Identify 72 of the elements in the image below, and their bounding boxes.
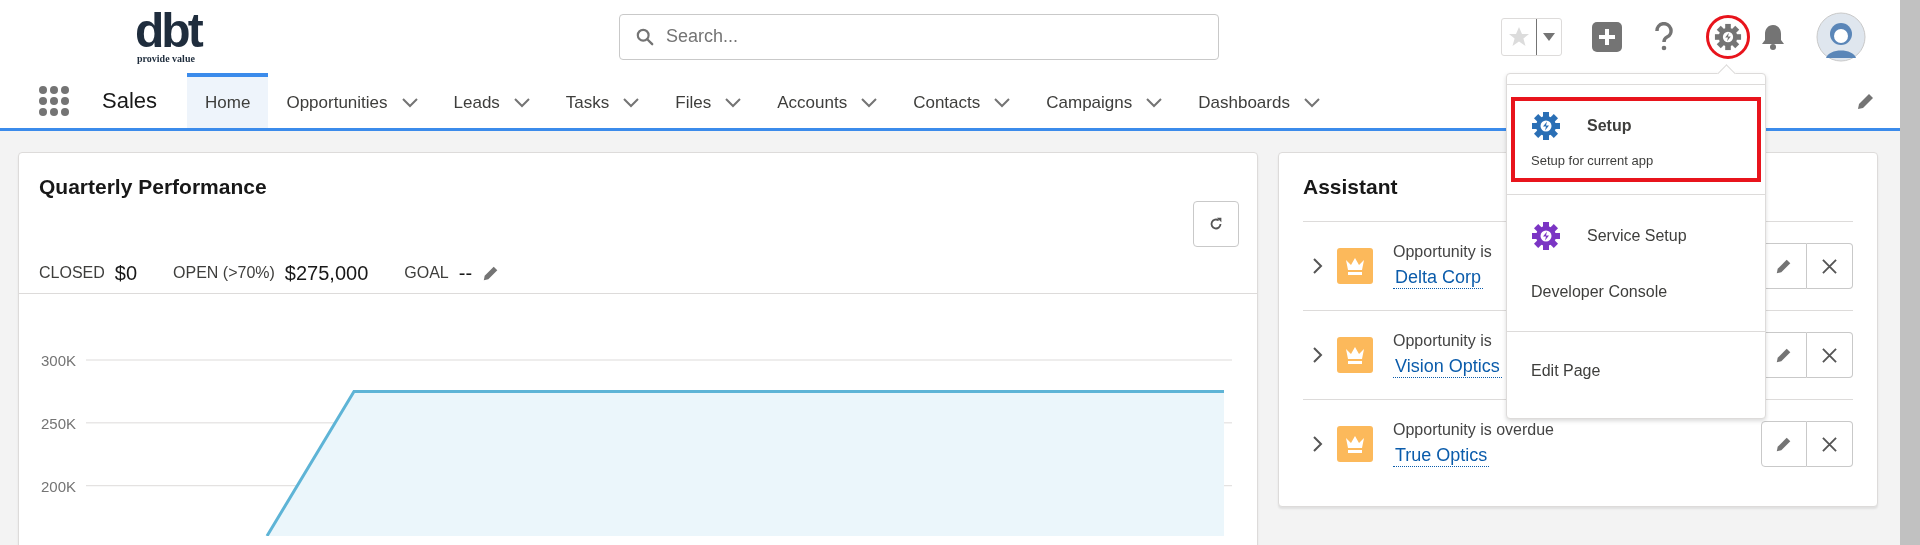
pencil-icon xyxy=(1775,346,1793,364)
chevron-down-icon xyxy=(1146,97,1163,108)
chevron-down-icon xyxy=(1303,97,1320,108)
axis-label: 250K xyxy=(40,414,76,432)
menu-item[interactable]: Setup Setup for current app xyxy=(1511,97,1761,182)
menu-item[interactable]: Edit Page xyxy=(1511,344,1761,398)
nav-tab[interactable]: Home xyxy=(187,73,269,128)
nav-tab[interactable]: Accounts xyxy=(759,73,896,128)
settings-button[interactable] xyxy=(1706,14,1750,59)
dismiss-button[interactable] xyxy=(1807,243,1853,289)
nav-tab[interactable]: Files xyxy=(657,73,760,128)
card-title: Quarterly Performance xyxy=(39,175,267,200)
chevron-down-icon xyxy=(725,97,742,108)
chevron-right-icon[interactable] xyxy=(1313,258,1323,274)
metric-label: OPEN (>70%) xyxy=(173,264,275,282)
settings-icon xyxy=(1714,22,1742,51)
edit-button[interactable] xyxy=(1761,421,1807,467)
record-link[interactable]: Vision Optics xyxy=(1393,356,1502,378)
crown-icon xyxy=(1337,248,1373,284)
pencil-icon xyxy=(1775,257,1793,275)
close-icon xyxy=(1822,347,1837,363)
menu-item-description: Setup for current app xyxy=(1531,153,1655,168)
search-icon xyxy=(636,27,654,46)
pencil-icon[interactable] xyxy=(1856,91,1876,111)
assistant-text: Opportunity is xyxy=(1393,332,1493,350)
close-icon xyxy=(1822,258,1837,274)
metric-value: $275,000 xyxy=(284,261,369,285)
nav-tab[interactable]: Leads xyxy=(435,73,548,128)
crown-icon xyxy=(1337,426,1373,462)
chevron-down-icon xyxy=(401,97,418,108)
nav-tab[interactable]: Dashboards xyxy=(1180,73,1338,128)
assistant-text: Opportunity is overdue xyxy=(1393,421,1555,439)
close-icon xyxy=(1822,436,1837,452)
chevron-down-icon xyxy=(623,97,640,108)
chevron-down-icon xyxy=(994,97,1011,108)
refresh-button[interactable] xyxy=(1193,201,1239,247)
help-icon[interactable] xyxy=(1654,21,1674,52)
app-launcher-icon[interactable] xyxy=(38,84,70,117)
record-link[interactable]: True Optics xyxy=(1393,445,1490,467)
avatar-icon[interactable] xyxy=(1816,11,1866,62)
metric-label: CLOSED xyxy=(39,264,105,282)
dismiss-button[interactable] xyxy=(1807,421,1853,467)
metric-value: $0 xyxy=(114,261,138,285)
chevron-down-icon xyxy=(513,97,530,108)
nav-tab[interactable]: Campaigns xyxy=(1028,73,1181,128)
add-icon[interactable] xyxy=(1592,21,1622,52)
app-name: Sales xyxy=(102,87,158,114)
menu-item[interactable]: Service Setup xyxy=(1511,207,1761,265)
assistant-text: Opportunity is xyxy=(1393,243,1493,261)
nav-tab[interactable]: Tasks xyxy=(547,73,658,128)
pencil-icon xyxy=(1775,435,1793,453)
record-link[interactable]: Delta Corp xyxy=(1393,267,1484,289)
favorites-button[interactable] xyxy=(1501,17,1562,56)
metric-value: -- xyxy=(458,261,473,285)
metric-label: GOAL xyxy=(404,264,449,282)
bell-icon[interactable] xyxy=(1760,22,1786,51)
caret-icon xyxy=(1543,32,1555,41)
chevron-right-icon[interactable] xyxy=(1313,347,1323,363)
axis-label: 200K xyxy=(40,477,76,495)
search-field[interactable]: Search... xyxy=(619,13,1219,60)
chevron-down-icon xyxy=(861,97,878,108)
menu-item[interactable]: Developer Console xyxy=(1511,265,1761,319)
card-title: Assistant xyxy=(1303,175,1398,199)
logo-tagline: provide value xyxy=(137,53,195,64)
nav-tab[interactable]: Opportunities xyxy=(268,73,436,128)
crown-icon xyxy=(1337,337,1373,373)
chevron-right-icon[interactable] xyxy=(1313,436,1323,452)
dismiss-button[interactable] xyxy=(1807,332,1853,378)
scrollbar[interactable] xyxy=(1900,0,1920,545)
logo-text: dbt xyxy=(135,9,201,53)
axis-label: 300K xyxy=(40,352,76,369)
nav-tab[interactable]: Contacts xyxy=(895,73,1029,128)
